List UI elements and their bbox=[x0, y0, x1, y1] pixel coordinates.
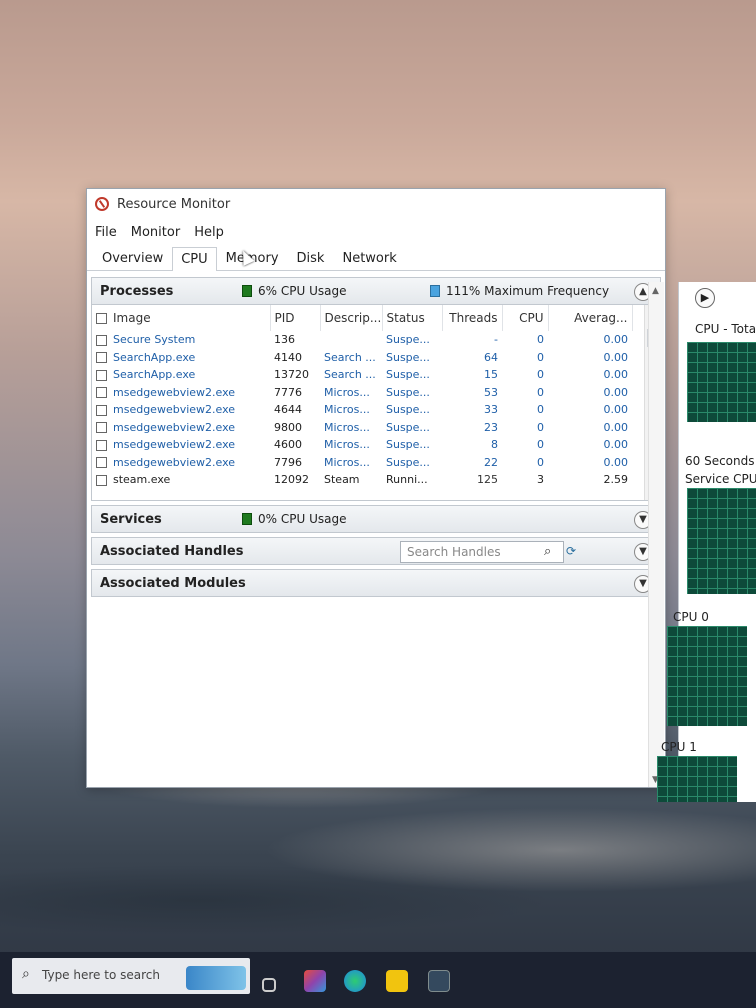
table-row[interactable]: msedgewebview2.exe 4600 Micros... Suspe.… bbox=[92, 436, 632, 454]
cpu0-label: CPU 0 bbox=[673, 610, 709, 624]
column-pid[interactable]: PID bbox=[270, 305, 321, 331]
cpu1-graph bbox=[657, 756, 737, 802]
refresh-icon[interactable]: ⟳ bbox=[566, 544, 576, 558]
taskbar-search-placeholder: Type here to search bbox=[42, 968, 160, 982]
table-row[interactable]: msedgewebview2.exe 9800 Micros... Suspe.… bbox=[92, 419, 632, 437]
row-checkbox[interactable] bbox=[96, 369, 107, 381]
cpu-total-label: CPU - Tota bbox=[695, 322, 756, 336]
resource-monitor-icon bbox=[95, 197, 109, 211]
column-description[interactable]: Descrip... bbox=[320, 305, 383, 331]
max-frequency-legend-icon bbox=[430, 285, 440, 297]
services-title: Services bbox=[100, 511, 162, 527]
column-status[interactable]: Status bbox=[382, 305, 443, 331]
processes-table: Image PID Descrip... Status Threads CPU … bbox=[91, 305, 661, 501]
resource-monitor-window: Resource Monitor File Monitor Help Overv… bbox=[86, 188, 666, 788]
associated-handles-title: Associated Handles bbox=[100, 543, 244, 559]
menu-help[interactable]: Help bbox=[194, 225, 224, 240]
menu-bar: File Monitor Help bbox=[87, 219, 665, 245]
service-cpu-label: Service CPU bbox=[685, 472, 756, 486]
copilot-icon[interactable] bbox=[304, 970, 326, 992]
table-row[interactable]: SearchApp.exe 4140 Search ... Suspe... 6… bbox=[92, 349, 632, 367]
tab-network[interactable]: Network bbox=[333, 246, 405, 270]
row-checkbox[interactable] bbox=[96, 422, 107, 434]
cpu-usage-legend-icon bbox=[242, 513, 252, 525]
table-row[interactable]: msedgewebview2.exe 4644 Micros... Suspe.… bbox=[92, 401, 632, 419]
processes-max-frequency-text: 111% Maximum Frequency bbox=[446, 284, 610, 298]
cpu1-label: CPU 1 bbox=[661, 740, 697, 754]
edge-browser-icon[interactable] bbox=[344, 970, 366, 992]
processes-title: Processes bbox=[100, 283, 174, 299]
tab-overview[interactable]: Overview bbox=[93, 246, 172, 270]
row-checkbox[interactable] bbox=[96, 387, 107, 399]
row-checkbox[interactable] bbox=[96, 457, 107, 469]
associated-handles-header[interactable]: Associated Handles Search Handles ⌕ ⟳ ▼ bbox=[91, 537, 661, 565]
search-icon[interactable]: ⌕ bbox=[544, 544, 551, 559]
services-cpu-usage-text: 0% CPU Usage bbox=[258, 512, 347, 526]
tab-disk[interactable]: Disk bbox=[288, 246, 334, 270]
table-row[interactable]: msedgewebview2.exe 7796 Micros... Suspe.… bbox=[92, 454, 632, 472]
title-bar[interactable]: Resource Monitor bbox=[87, 189, 665, 219]
column-cpu[interactable]: CPU bbox=[502, 305, 549, 331]
tab-cpu[interactable]: CPU bbox=[172, 247, 217, 271]
cpu-usage-legend-icon bbox=[242, 285, 252, 297]
scroll-up-icon[interactable]: ▲ bbox=[652, 286, 659, 296]
file-explorer-icon[interactable] bbox=[386, 970, 408, 992]
task-view-icon[interactable] bbox=[262, 978, 276, 992]
search-handles-input[interactable]: Search Handles bbox=[400, 541, 564, 563]
associated-modules-header[interactable]: Associated Modules ▼ bbox=[91, 569, 661, 597]
graph-duration-label: 60 Seconds bbox=[685, 454, 755, 468]
services-cpu-usage: 0% CPU Usage bbox=[242, 512, 346, 526]
taskbar: ⌕ Type here to search bbox=[0, 952, 756, 1008]
tab-bar: Overview CPU Memory Disk Network bbox=[87, 245, 665, 271]
row-checkbox[interactable] bbox=[96, 404, 107, 416]
table-row[interactable]: Secure System 136 Suspe... - 0 0.00 bbox=[92, 331, 632, 349]
processes-table-header: Image PID Descrip... Status Threads CPU … bbox=[92, 305, 633, 331]
menu-monitor[interactable]: Monitor bbox=[131, 225, 180, 240]
window-scrollbar[interactable]: ▲ ▼ bbox=[648, 282, 664, 787]
table-row[interactable]: steam.exe 12092 Steam Runni... 125 3 2.5… bbox=[92, 471, 632, 489]
services-header[interactable]: Services 0% CPU Usage ▼ bbox=[91, 505, 661, 533]
service-cpu-graph bbox=[687, 488, 756, 594]
chevron-right-icon[interactable]: ▶ bbox=[695, 288, 715, 308]
window-title: Resource Monitor bbox=[117, 196, 231, 212]
store-icon[interactable] bbox=[428, 970, 450, 992]
row-checkbox[interactable] bbox=[96, 352, 107, 364]
processes-max-frequency: 111% Maximum Frequency bbox=[430, 284, 609, 298]
select-all-checkbox[interactable] bbox=[96, 313, 107, 324]
table-row[interactable]: SearchApp.exe 13720 Search ... Suspe... … bbox=[92, 366, 632, 384]
processes-cpu-usage-text: 6% CPU Usage bbox=[258, 284, 347, 298]
associated-modules-title: Associated Modules bbox=[100, 575, 246, 591]
column-image[interactable]: Image bbox=[92, 305, 271, 331]
column-average-cpu[interactable]: Averag... bbox=[548, 305, 633, 331]
column-threads[interactable]: Threads bbox=[442, 305, 503, 331]
menu-file[interactable]: File bbox=[95, 225, 117, 240]
processes-cpu-usage: 6% CPU Usage bbox=[242, 284, 346, 298]
search-icon: ⌕ bbox=[22, 966, 30, 982]
weather-widget-icon[interactable] bbox=[186, 966, 246, 990]
table-row[interactable]: msedgewebview2.exe 7776 Micros... Suspe.… bbox=[92, 384, 632, 402]
cpu-total-graph bbox=[687, 342, 756, 422]
row-checkbox[interactable] bbox=[96, 439, 107, 451]
cpu-graphs-panel: ▶ CPU - Tota 60 Seconds Service CPU CPU … bbox=[657, 282, 756, 802]
cpu-tab-content: Processes 6% CPU Usage 111% Maximum Freq… bbox=[91, 277, 661, 782]
cpu0-graph bbox=[667, 626, 747, 726]
row-checkbox[interactable] bbox=[96, 334, 107, 346]
processes-header[interactable]: Processes 6% CPU Usage 111% Maximum Freq… bbox=[91, 277, 661, 305]
row-checkbox[interactable] bbox=[96, 474, 107, 486]
